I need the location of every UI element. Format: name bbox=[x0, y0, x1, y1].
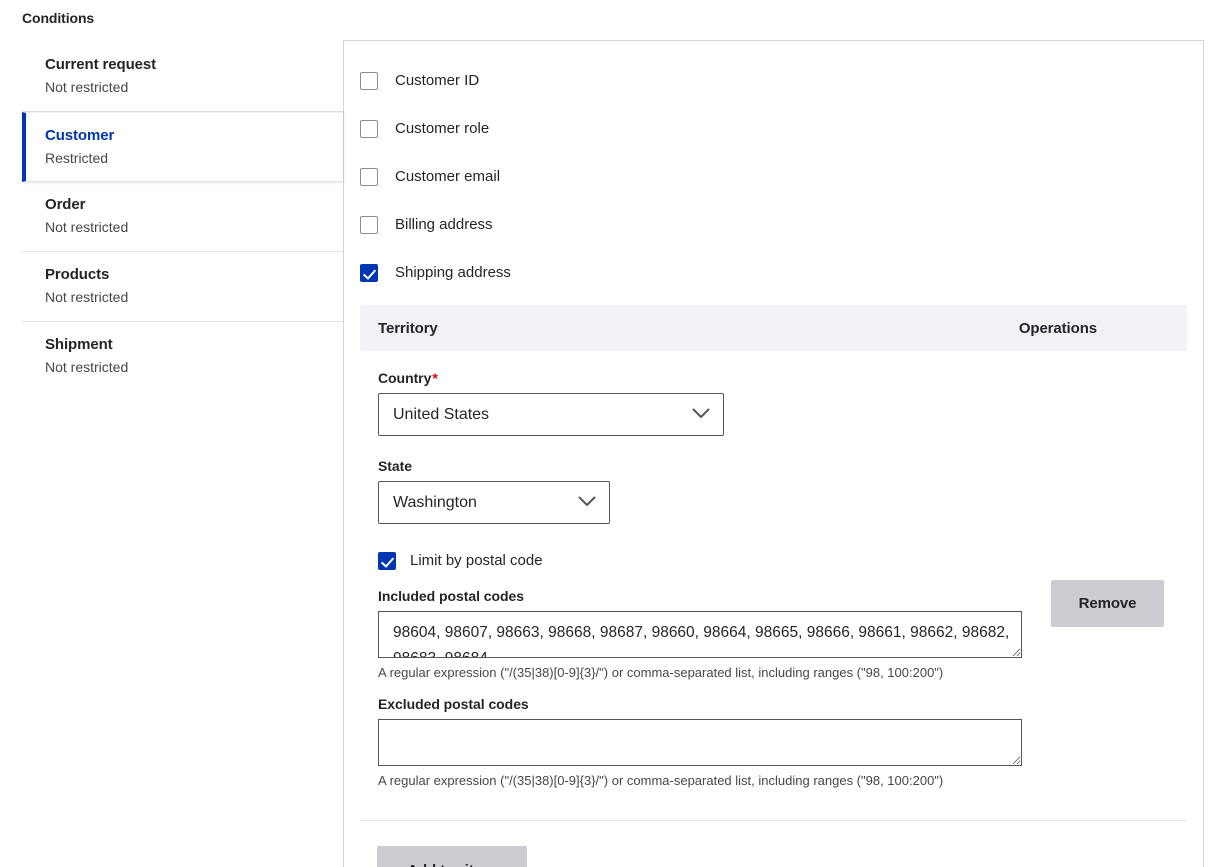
checkbox-row-limit-by-postal-code[interactable]: Limit by postal code bbox=[378, 550, 1022, 572]
checkbox-row-customer-id[interactable]: Customer ID bbox=[360, 57, 1203, 105]
sidebar-item-status: Restricted bbox=[45, 148, 343, 169]
checkbox-label: Customer ID bbox=[395, 70, 479, 92]
checkbox-row-billing-address[interactable]: Billing address bbox=[360, 201, 1203, 249]
territory-table-row: Country* United States bbox=[344, 351, 1203, 802]
checkbox-label: Customer role bbox=[395, 118, 489, 140]
column-header-territory: Territory bbox=[378, 320, 438, 337]
country-label: Country* bbox=[378, 368, 1022, 388]
add-territory-button[interactable]: Add territory bbox=[377, 846, 527, 867]
sidebar-item-title: Products bbox=[45, 264, 343, 286]
remove-territory-button[interactable]: Remove bbox=[1051, 580, 1164, 627]
checkbox-label: Customer email bbox=[395, 166, 500, 188]
sidebar-item-title: Customer bbox=[45, 125, 343, 147]
sidebar-item-shipment[interactable]: Shipment Not restricted bbox=[22, 322, 343, 392]
sidebar-item-current-request[interactable]: Current request Not restricted bbox=[22, 42, 343, 112]
sidebar-item-title: Order bbox=[45, 194, 343, 216]
sidebar-item-status: Not restricted bbox=[45, 77, 343, 98]
page-title: Conditions bbox=[22, 9, 94, 27]
column-header-operations: Operations bbox=[1019, 320, 1187, 337]
country-select-wrapper: United States bbox=[378, 393, 724, 436]
territory-table-header: Territory Operations bbox=[360, 305, 1187, 351]
country-select[interactable]: United States bbox=[378, 393, 724, 436]
checkbox-label: Billing address bbox=[395, 214, 493, 236]
form-divider bbox=[360, 820, 1187, 821]
sidebar-item-customer[interactable]: Customer Restricted bbox=[22, 112, 343, 182]
checkbox-customer-role[interactable] bbox=[360, 120, 378, 138]
checkbox-billing-address[interactable] bbox=[360, 216, 378, 234]
included-postal-codes-help: A regular expression ("/(35|38)[0-9]{3}/… bbox=[378, 663, 1022, 682]
sidebar-item-title: Shipment bbox=[45, 334, 343, 356]
excluded-postal-codes-label: Excluded postal codes bbox=[378, 694, 1022, 714]
checkbox-limit-by-postal-code[interactable] bbox=[378, 552, 396, 570]
checkbox-row-customer-role[interactable]: Customer role bbox=[360, 105, 1203, 153]
sidebar-item-title: Current request bbox=[45, 54, 343, 76]
sidebar-item-products[interactable]: Products Not restricted bbox=[22, 252, 343, 322]
territory-operations-cell: Remove bbox=[1022, 351, 1214, 802]
state-label: State bbox=[378, 456, 1022, 476]
checkbox-shipping-address[interactable] bbox=[360, 264, 378, 282]
sidebar-item-status: Not restricted bbox=[45, 217, 343, 238]
country-label-text: Country bbox=[378, 370, 431, 386]
conditions-sidebar: Current request Not restricted Customer … bbox=[22, 42, 343, 392]
excluded-postal-codes-help: A regular expression ("/(35|38)[0-9]{3}/… bbox=[378, 771, 1022, 790]
conditions-page: Conditions Current request Not restricte… bbox=[0, 0, 1214, 867]
sidebar-item-status: Not restricted bbox=[45, 357, 343, 378]
required-marker: * bbox=[432, 370, 437, 386]
excluded-postal-codes-textarea[interactable] bbox=[378, 719, 1022, 766]
checkbox-label: Shipping address bbox=[395, 262, 511, 284]
sidebar-item-status: Not restricted bbox=[45, 287, 343, 308]
customer-condition-checkbox-list: Customer ID Customer role Customer email… bbox=[344, 41, 1203, 297]
checkbox-customer-id[interactable] bbox=[360, 72, 378, 90]
sidebar-item-order[interactable]: Order Not restricted bbox=[22, 182, 343, 252]
included-postal-codes-textarea[interactable] bbox=[378, 611, 1022, 658]
state-select-wrapper: Washington bbox=[378, 481, 610, 524]
checkbox-label: Limit by postal code bbox=[410, 550, 543, 572]
checkbox-row-shipping-address[interactable]: Shipping address bbox=[360, 249, 1203, 297]
checkbox-row-customer-email[interactable]: Customer email bbox=[360, 153, 1203, 201]
state-select[interactable]: Washington bbox=[378, 481, 610, 524]
customer-conditions-panel: Customer ID Customer role Customer email… bbox=[343, 40, 1204, 867]
territory-form: Country* United States bbox=[360, 351, 1022, 802]
checkbox-customer-email[interactable] bbox=[360, 168, 378, 186]
included-postal-codes-label: Included postal codes bbox=[378, 586, 1022, 606]
